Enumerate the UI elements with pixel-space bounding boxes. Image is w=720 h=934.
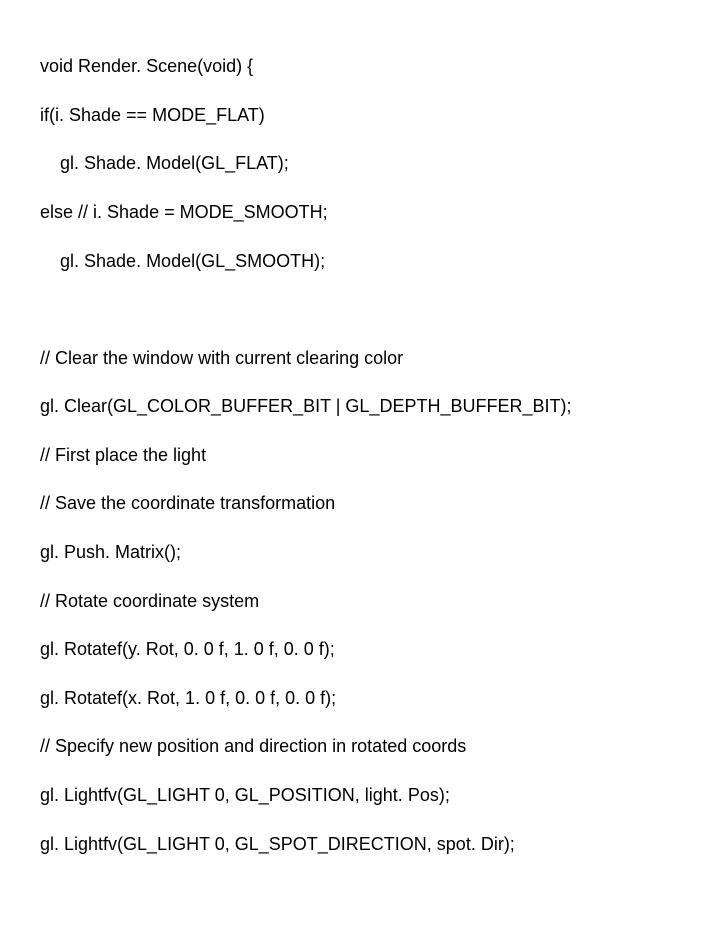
code-line: gl. Clear(GL_COLOR_BUFFER_BIT | GL_DEPTH… (40, 394, 680, 418)
code-line: // Clear the window with current clearin… (40, 346, 680, 370)
code-line: gl. Rotatef(x. Rot, 1. 0 f, 0. 0 f, 0. 0… (40, 686, 680, 710)
blank-line (40, 297, 680, 321)
code-line: gl. Push. Matrix(); (40, 540, 680, 564)
code-line: // Specify new position and direction in… (40, 734, 680, 758)
code-line: // Save the coordinate transformation (40, 491, 680, 515)
code-line: gl. Lightfv(GL_LIGHT 0, GL_POSITION, lig… (40, 783, 680, 807)
code-line: // First place the light (40, 443, 680, 467)
code-line: else // i. Shade = MODE_SMOOTH; (40, 200, 680, 224)
code-line: gl. Shade. Model(GL_SMOOTH); (40, 249, 680, 273)
code-line: if(i. Shade == MODE_FLAT) (40, 103, 680, 127)
code-line: // Rotate coordinate system (40, 589, 680, 613)
code-line: gl. Rotatef(y. Rot, 0. 0 f, 1. 0 f, 0. 0… (40, 637, 680, 661)
code-line: void Render. Scene(void) { (40, 54, 680, 78)
code-line: gl. Lightfv(GL_LIGHT 0, GL_SPOT_DIRECTIO… (40, 832, 680, 856)
code-block: void Render. Scene(void) { if(i. Shade =… (40, 30, 680, 904)
code-slide: void Render. Scene(void) { if(i. Shade =… (0, 0, 720, 934)
code-line: gl. Shade. Model(GL_FLAT); (40, 151, 680, 175)
